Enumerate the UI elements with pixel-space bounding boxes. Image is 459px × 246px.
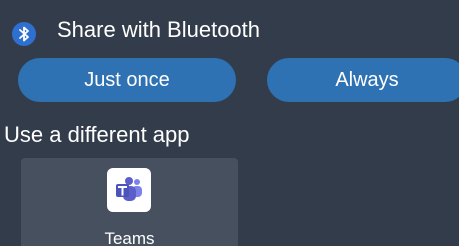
share-sheet: Share with Bluetooth Just once Always Us…	[0, 0, 459, 246]
just-once-button[interactable]: Just once	[18, 58, 236, 102]
teams-icon	[107, 168, 151, 212]
share-title: Share with Bluetooth	[57, 17, 261, 42]
section-heading: Use a different app	[4, 122, 190, 147]
always-button[interactable]: Always	[267, 58, 459, 102]
app-tile-teams[interactable]: Teams	[21, 158, 238, 246]
app-label-teams: Teams	[104, 229, 155, 246]
bluetooth-icon	[12, 22, 36, 46]
